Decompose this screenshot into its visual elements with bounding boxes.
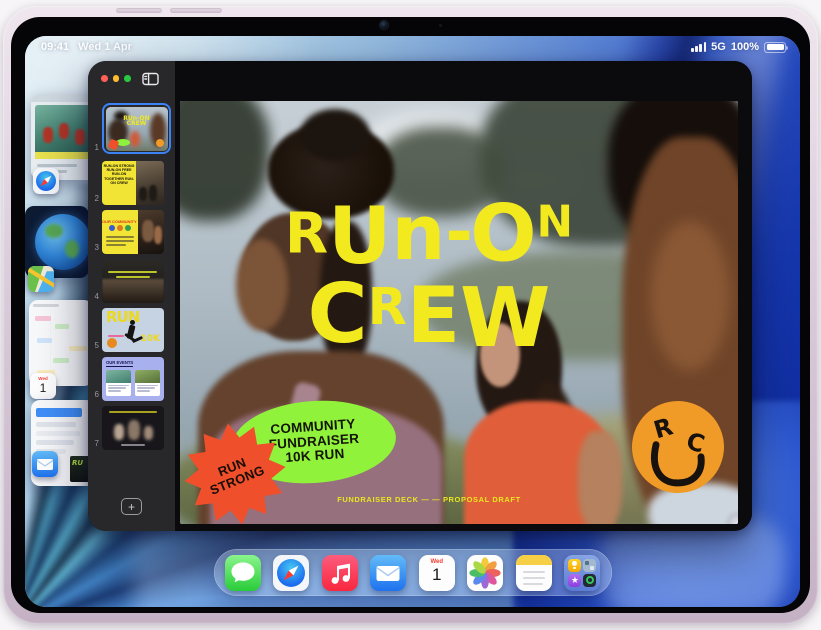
safari-mini-icon[interactable]	[33, 168, 59, 194]
mic-dot	[439, 24, 442, 27]
volume-button[interactable]	[116, 8, 162, 13]
slide-number: 1	[88, 143, 102, 154]
slide-row-4: 4	[88, 259, 164, 303]
maps-mini-icon[interactable]	[28, 266, 54, 292]
dock-mail-icon[interactable]	[370, 555, 406, 591]
mail-mini-icon[interactable]	[32, 451, 58, 477]
minimize-window-button[interactable]	[113, 75, 120, 82]
dock: Wed 1	[214, 549, 612, 596]
svg-text:C: C	[683, 427, 708, 459]
slide-row-1: 1 RUn-ONCREW	[88, 103, 171, 154]
slide-thumbnail-7[interactable]	[102, 406, 164, 450]
close-window-button[interactable]	[101, 75, 108, 82]
status-date: Wed 1 Apr	[78, 41, 132, 53]
battery-icon	[764, 42, 786, 53]
top-button[interactable]	[170, 8, 222, 13]
slide-photo[interactable]: RUn-ON CREW COMMUNITY FUNDRAISER 10K RUN…	[180, 101, 738, 524]
dock-music-icon[interactable]	[322, 555, 358, 591]
page-curl	[723, 509, 738, 524]
status-time: 09:41	[41, 41, 69, 53]
sidebar-toggle-button[interactable]	[140, 70, 160, 87]
screen: 09:41 Wed 1 Apr 5G 100%	[25, 36, 800, 607]
slide-canvas[interactable]: RUn-ON CREW COMMUNITY FUNDRAISER 10K RUN…	[175, 61, 752, 531]
dock-calendar-icon[interactable]: Wed 1	[419, 555, 455, 591]
slide-row-7: 7	[88, 406, 164, 450]
slide-caption[interactable]: FUNDRAISER DECK — — PROPOSAL DRAFT	[180, 495, 678, 504]
slide-thumbnail-4[interactable]	[102, 259, 164, 303]
add-slide-button[interactable]: +	[121, 498, 142, 515]
svg-text:R: R	[651, 412, 676, 444]
slide-thumbnail-3[interactable]: OUR COMMUNITY	[102, 210, 164, 254]
window-controls[interactable]	[101, 75, 131, 82]
network-label: 5G	[711, 41, 726, 53]
slide-row-3: 3 OUR COMMUNITY	[88, 210, 164, 254]
fullscreen-window-button[interactable]	[124, 75, 131, 82]
rc-smiley-badge[interactable]: R C	[627, 396, 728, 497]
slide-row-5: 5 RUN 10K	[88, 308, 164, 352]
slide-title[interactable]: RUn-ON CREW	[264, 197, 594, 357]
keynote-window: Run-On Crew Deck	[88, 61, 752, 531]
dock-messages-icon[interactable]	[225, 555, 261, 591]
slide-row-6: 6 OUR EVENTS	[88, 357, 164, 401]
front-camera	[380, 21, 388, 29]
dock-safari-icon[interactable]	[273, 555, 309, 591]
slide-thumbnail-2[interactable]: RUN-ON STRONG RUN-ON FREE RUN-ON TOGETHE…	[102, 161, 164, 205]
dock-notes-icon[interactable]	[516, 555, 552, 591]
status-bar: 09:41 Wed 1 Apr 5G 100%	[25, 40, 800, 56]
ipad-device: 09:41 Wed 1 Apr 5G 100%	[0, 0, 821, 630]
signal-icon	[691, 42, 706, 52]
slide-thumbnail-6[interactable]: OUR EVENTS	[102, 357, 164, 401]
dock-app-library-icon[interactable]: ★	[564, 555, 600, 591]
battery-percent: 100%	[731, 41, 759, 53]
slide-thumbnail-1-selected[interactable]: RUn-ONCREW	[102, 103, 171, 154]
device-frame: 09:41 Wed 1 Apr 5G 100%	[3, 6, 818, 624]
calendar-mini-icon[interactable]: Wed 1	[30, 373, 56, 399]
slide-row-2: 2 RUN-ON STRONG RUN-ON FREE RUN-ON TOGET…	[88, 161, 164, 205]
dock-photos-icon[interactable]	[467, 555, 503, 591]
slide-thumbnail-5[interactable]: RUN 10K	[102, 308, 164, 352]
